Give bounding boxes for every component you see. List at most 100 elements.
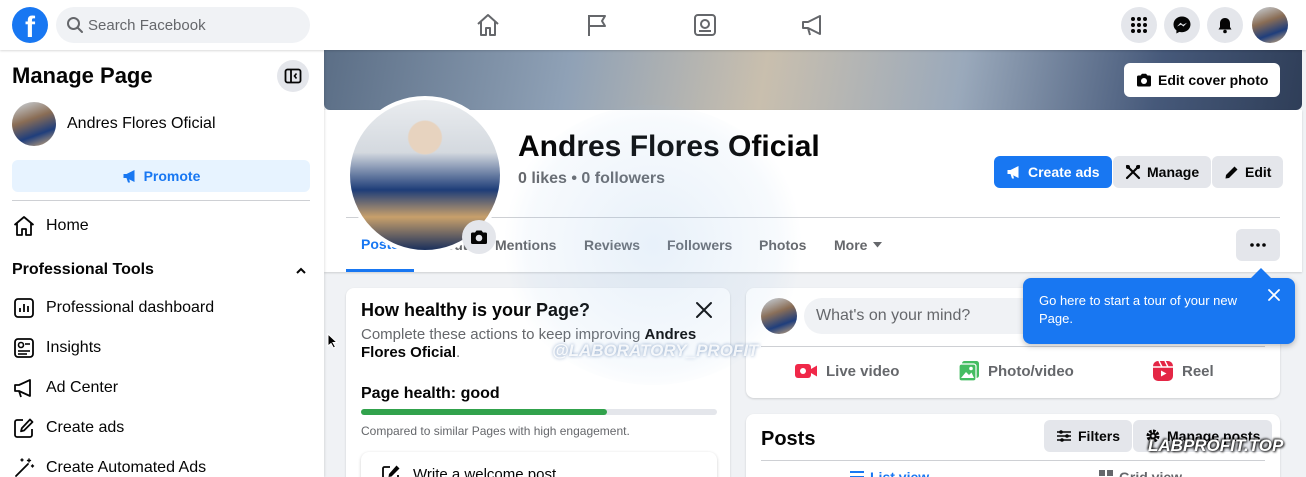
list-view-label: List view <box>870 469 930 477</box>
create-ads-label: Create ads <box>1028 164 1100 180</box>
sidebar-item-label: Ad Center <box>46 379 119 396</box>
section-title: Professional Tools <box>12 261 154 278</box>
sidebar-item-label: Insights <box>46 339 102 356</box>
edit-label: Edit <box>1245 164 1272 180</box>
tab-more[interactable]: More <box>819 218 897 272</box>
sidebar-page-name[interactable]: Andres Flores Oficial <box>67 115 216 133</box>
megaphone-icon <box>1006 164 1022 180</box>
corner-watermark: LABPROFIT.TOP <box>1148 436 1284 455</box>
live-video-button[interactable]: Live video <box>794 358 899 384</box>
tools-icon <box>1125 164 1141 180</box>
page-stats: 0 likes • 0 followers <box>518 170 665 187</box>
sidebar-item-label: Create ads <box>46 419 125 436</box>
page-tour-popover[interactable]: Go here to start a tour of your new Page… <box>1023 268 1295 344</box>
close-icon[interactable] <box>1267 288 1281 302</box>
photo-video-button[interactable]: Photo/video <box>958 358 1074 384</box>
megaphone-icon <box>122 168 138 184</box>
tab-more-label: More <box>834 237 868 253</box>
photo-icon <box>958 360 980 382</box>
magic-wand-icon <box>12 456 36 477</box>
health-note: Compared to similar Pages with high enga… <box>361 424 630 438</box>
caret-down-icon <box>873 242 883 248</box>
health-progress-bar <box>361 409 717 415</box>
apps-grid-icon[interactable] <box>1121 7 1157 43</box>
sidebar-item-label: Professional dashboard <box>46 299 215 316</box>
sidebar-item-create-automated-ads[interactable]: Create Automated Ads <box>12 450 206 477</box>
tab-photos[interactable]: Photos <box>744 218 821 272</box>
profile-header-card: Andres Flores Oficial 0 likes • 0 follow… <box>324 96 1302 272</box>
welcome-post-task[interactable]: Write a welcome post <box>361 452 717 477</box>
promote-button[interactable]: Promote <box>12 160 310 192</box>
account-avatar[interactable] <box>1252 7 1288 43</box>
camera-icon <box>1136 73 1152 87</box>
insights-icon <box>12 336 36 360</box>
sidebar-divider <box>12 200 310 201</box>
tab-followers[interactable]: Followers <box>652 218 747 272</box>
page-health-card: How healthy is your Page? Complete these… <box>346 288 730 477</box>
search-input[interactable] <box>88 7 298 43</box>
live-video-icon <box>794 362 818 380</box>
filters-button[interactable]: Filters <box>1044 420 1133 452</box>
bell-icon[interactable] <box>1207 7 1243 43</box>
home-icon[interactable] <box>473 10 503 40</box>
page-avatar[interactable] <box>12 102 56 146</box>
flag-icon[interactable] <box>582 10 612 40</box>
collapse-sidebar-icon[interactable] <box>277 60 309 92</box>
grid-icon <box>1099 470 1113 477</box>
reel-label: Reel <box>1182 362 1214 380</box>
edit-cover-label: Edit cover photo <box>1158 72 1269 88</box>
reel-button[interactable]: Reel <box>1152 358 1214 384</box>
list-view-tab[interactable]: List view <box>850 469 929 477</box>
manage-label: Manage <box>1147 164 1200 180</box>
professional-tools-header[interactable]: Professional Tools <box>12 261 310 281</box>
megaphone-icon[interactable] <box>798 10 828 40</box>
dashboard-icon[interactable] <box>690 10 720 40</box>
grid-view-tab[interactable]: Grid view <box>1099 469 1182 477</box>
reel-icon <box>1152 360 1174 382</box>
promote-label: Promote <box>143 168 201 184</box>
cover-photo[interactable]: Edit cover photo <box>324 50 1302 110</box>
task-label: Write a welcome post <box>413 466 557 477</box>
more-options-icon[interactable] <box>1236 229 1280 261</box>
edit-page-button[interactable]: Edit <box>1212 156 1284 188</box>
sliders-icon <box>1056 429 1072 443</box>
photo-video-label: Photo/video <box>988 362 1074 380</box>
sidebar-item-create-ads[interactable]: Create ads <box>12 410 124 446</box>
posts-title: Posts <box>761 428 816 450</box>
sidebar-item-professional-dashboard[interactable]: Professional dashboard <box>12 290 214 326</box>
search-box[interactable] <box>56 7 310 43</box>
megaphone-icon <box>12 376 36 400</box>
edit-cover-photo-button[interactable]: Edit cover photo <box>1124 63 1281 97</box>
manage-button[interactable]: Manage <box>1113 156 1212 188</box>
camera-icon[interactable] <box>462 220 496 254</box>
tour-text: Go here to start a tour of your new Page… <box>1039 293 1237 326</box>
mouse-cursor-icon <box>327 333 339 349</box>
manage-page-sidebar: Manage Page Andres Flores Oficial Promot… <box>0 50 324 477</box>
close-icon[interactable] <box>694 300 714 320</box>
pencil-square-icon <box>12 416 36 440</box>
messenger-icon[interactable] <box>1164 7 1200 43</box>
pencil-icon <box>1224 165 1239 180</box>
sidebar-item-home[interactable]: Home <box>12 208 89 244</box>
tab-reviews[interactable]: Reviews <box>569 218 655 272</box>
live-video-label: Live video <box>826 362 900 380</box>
health-progress-fill <box>361 409 607 415</box>
top-navigation-bar: f <box>0 0 1306 50</box>
filters-label: Filters <box>1078 428 1121 444</box>
health-status: Page health: good <box>361 385 500 402</box>
search-icon <box>66 16 84 34</box>
sidebar-item-insights[interactable]: Insights <box>12 330 101 366</box>
sidebar-item-label: Create Automated Ads <box>46 459 207 476</box>
create-ads-button[interactable]: Create ads <box>994 156 1112 188</box>
health-title: How healthy is your Page? <box>361 300 591 320</box>
compose-icon <box>381 464 401 477</box>
home-icon <box>12 214 36 238</box>
watermark-text: @LABORATORY_PROFIT <box>552 341 759 360</box>
composer-avatar[interactable] <box>761 298 797 334</box>
composer-divider <box>761 346 1265 347</box>
page-title: Andres Flores Oficial <box>518 130 820 163</box>
chevron-up-icon[interactable] <box>294 264 308 278</box>
facebook-logo[interactable]: f <box>12 7 48 43</box>
grid-view-label: Grid view <box>1119 469 1183 477</box>
sidebar-item-ad-center[interactable]: Ad Center <box>12 370 118 406</box>
